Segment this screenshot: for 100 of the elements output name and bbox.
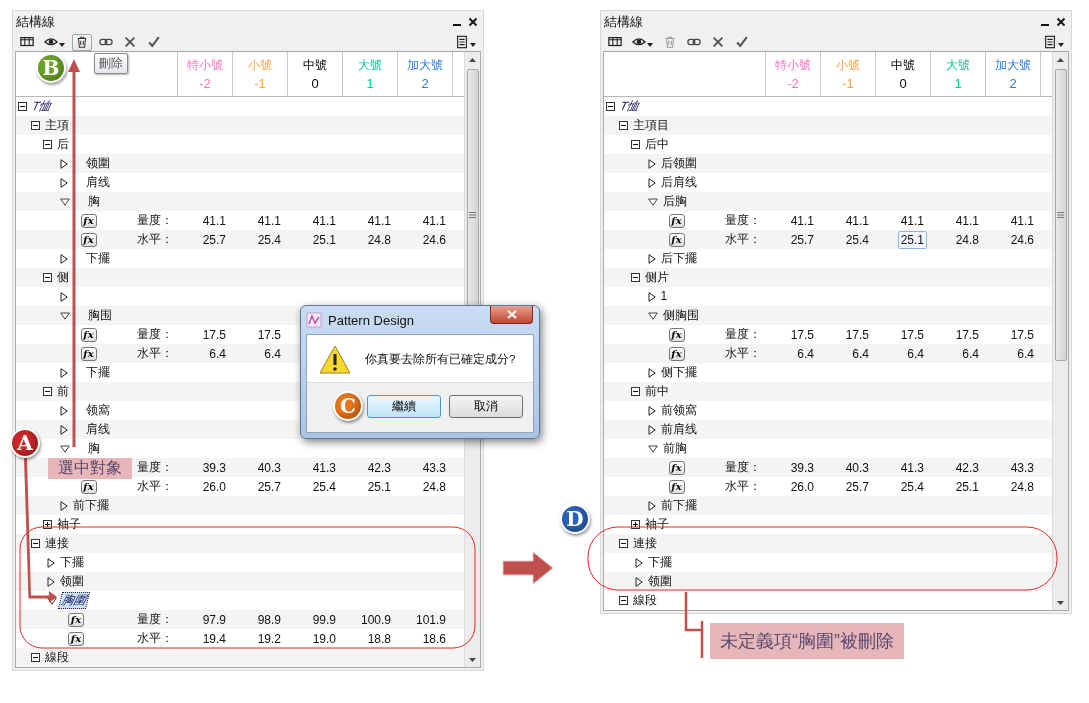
value-cell[interactable]: 19.0 — [309, 629, 339, 648]
triangle-right-icon[interactable] — [647, 158, 656, 169]
formula-button[interactable]: fx — [668, 213, 685, 228]
tree-item[interactable]: 連接 — [42, 535, 71, 552]
tree-item[interactable]: 袖子 — [55, 516, 83, 533]
formula-button[interactable]: fx — [668, 346, 685, 361]
tree-item[interactable]: 胸圍 — [57, 592, 91, 609]
value-cell[interactable]: 99.9 — [309, 610, 339, 629]
tree-item[interactable]: 下擺 — [58, 554, 86, 571]
value-cell[interactable]: 24.8 — [419, 477, 449, 496]
tree-item[interactable]: T恤 — [27, 98, 56, 115]
value-cell[interactable]: 26.0 — [199, 477, 229, 496]
dialog-button[interactable]: 取消 — [449, 395, 523, 418]
triangle-right-icon[interactable] — [647, 367, 656, 378]
value-cell[interactable]: 43.3 — [419, 458, 449, 477]
minus-box-icon[interactable] — [43, 387, 52, 396]
tree-item[interactable]: 前下擺 — [70, 497, 111, 514]
tree-item[interactable]: 主項目 — [630, 117, 671, 134]
tree-item[interactable]: 肩线 — [83, 174, 112, 191]
value-cell[interactable]: 43.3 — [1007, 458, 1037, 477]
tree-item[interactable]: 連接 — [630, 535, 659, 552]
triangle-right-icon[interactable] — [59, 424, 68, 435]
triangle-right-icon[interactable] — [635, 576, 643, 587]
value-cell[interactable]: 25.4 — [309, 477, 339, 496]
value-cell[interactable]: 26.0 — [787, 477, 817, 496]
formula-button[interactable]: fx — [68, 631, 84, 646]
minus-box-icon[interactable] — [631, 140, 640, 149]
value-cell[interactable]: 17.5 — [787, 325, 817, 344]
value-cell[interactable]: 98.9 — [254, 610, 284, 629]
tree-item[interactable]: 前中 — [643, 383, 671, 400]
value-cell[interactable]: 25.7 — [199, 230, 229, 249]
value-cell[interactable]: 41.1 — [1007, 211, 1037, 230]
minus-box-icon[interactable] — [631, 387, 640, 396]
value-cell[interactable]: 41.1 — [952, 211, 982, 230]
minus-box-icon[interactable] — [631, 273, 640, 282]
value-cell[interactable]: 42.3 — [364, 458, 394, 477]
scroll-up-icon[interactable] — [469, 57, 476, 62]
minus-box-icon[interactable] — [30, 121, 40, 130]
triangle-right-icon[interactable] — [647, 291, 656, 302]
triangle-down-icon[interactable] — [59, 444, 70, 453]
plus-box-icon[interactable] — [43, 520, 52, 529]
value-cell[interactable]: 6.4 — [1014, 344, 1037, 363]
minus-box-icon[interactable] — [618, 121, 628, 130]
tree-item[interactable]: T恤 — [615, 98, 644, 115]
value-cell[interactable]: 42.3 — [952, 458, 982, 477]
value-cell[interactable]: 6.4 — [794, 344, 817, 363]
tree-item[interactable]: 侧胸围 — [660, 307, 701, 324]
value-cell[interactable]: 25.1 — [364, 477, 394, 496]
value-cell[interactable]: 41.1 — [897, 211, 927, 230]
tree-item[interactable]: 领窩 — [83, 402, 112, 419]
value-cell[interactable]: 6.4 — [261, 344, 284, 363]
tree-item[interactable]: 胸围 — [85, 307, 114, 324]
minus-box-icon[interactable] — [30, 539, 40, 548]
value-cell[interactable]: 41.1 — [199, 211, 229, 230]
close-icon[interactable] — [1056, 17, 1066, 27]
value-cell[interactable]: 25.1 — [897, 230, 927, 249]
value-cell[interactable]: 40.3 — [842, 458, 872, 477]
tree-item[interactable]: 下擺 — [83, 250, 112, 267]
value-cell[interactable]: 19.4 — [199, 629, 229, 648]
triangle-right-icon[interactable] — [647, 500, 656, 511]
tree-item[interactable]: 后领圍 — [658, 155, 699, 172]
tree-item[interactable]: 后 — [55, 136, 71, 153]
triangle-down-icon[interactable] — [59, 311, 70, 320]
formula-button[interactable]: fx — [68, 612, 84, 627]
value-cell[interactable]: 25.4 — [254, 230, 284, 249]
triangle-right-icon[interactable] — [635, 557, 643, 568]
tree-item[interactable]: 前胸 — [660, 440, 689, 457]
value-cell[interactable]: 41.1 — [254, 211, 284, 230]
value-cell[interactable]: 41.1 — [364, 211, 394, 230]
formula-button[interactable]: fx — [668, 460, 685, 475]
tree-item[interactable]: 侧片 — [643, 269, 671, 286]
value-cell[interactable]: 25.7 — [787, 230, 817, 249]
tree-item[interactable]: 胸 — [85, 193, 102, 210]
tree-item[interactable]: 線段 — [630, 592, 659, 609]
minus-box-icon[interactable] — [618, 539, 628, 548]
minus-box-icon[interactable] — [618, 596, 628, 605]
formula-button[interactable]: fx — [80, 479, 97, 494]
value-cell[interactable]: 24.8 — [952, 230, 982, 249]
formula-button[interactable]: fx — [668, 327, 685, 342]
value-cell[interactable]: 41.1 — [419, 211, 449, 230]
scroll-down-icon[interactable] — [1057, 600, 1064, 605]
triangle-right-icon[interactable] — [59, 367, 68, 378]
triangle-right-icon[interactable] — [59, 405, 68, 416]
tree-item[interactable]: 领圍 — [83, 155, 112, 172]
value-cell[interactable]: 6.4 — [904, 344, 927, 363]
value-cell[interactable]: 41.3 — [309, 458, 339, 477]
formula-button[interactable]: fx — [80, 232, 97, 247]
formula-button[interactable]: fx — [80, 213, 97, 228]
delete-button[interactable] — [72, 33, 92, 51]
value-cell[interactable]: 101.9 — [412, 610, 449, 629]
value-cell[interactable]: 17.5 — [1007, 325, 1037, 344]
tree-item[interactable]: 后肩线 — [658, 174, 699, 191]
value-cell[interactable]: 40.3 — [254, 458, 284, 477]
triangle-right-icon[interactable] — [59, 253, 68, 264]
triangle-right-icon[interactable] — [47, 557, 55, 568]
tree-item[interactable]: 下擺 — [646, 554, 674, 571]
tree-item[interactable]: 線段 — [42, 649, 71, 666]
value-cell[interactable]: 17.5 — [897, 325, 927, 344]
formula-button[interactable]: fx — [668, 232, 685, 247]
value-cell[interactable]: 97.9 — [199, 610, 229, 629]
